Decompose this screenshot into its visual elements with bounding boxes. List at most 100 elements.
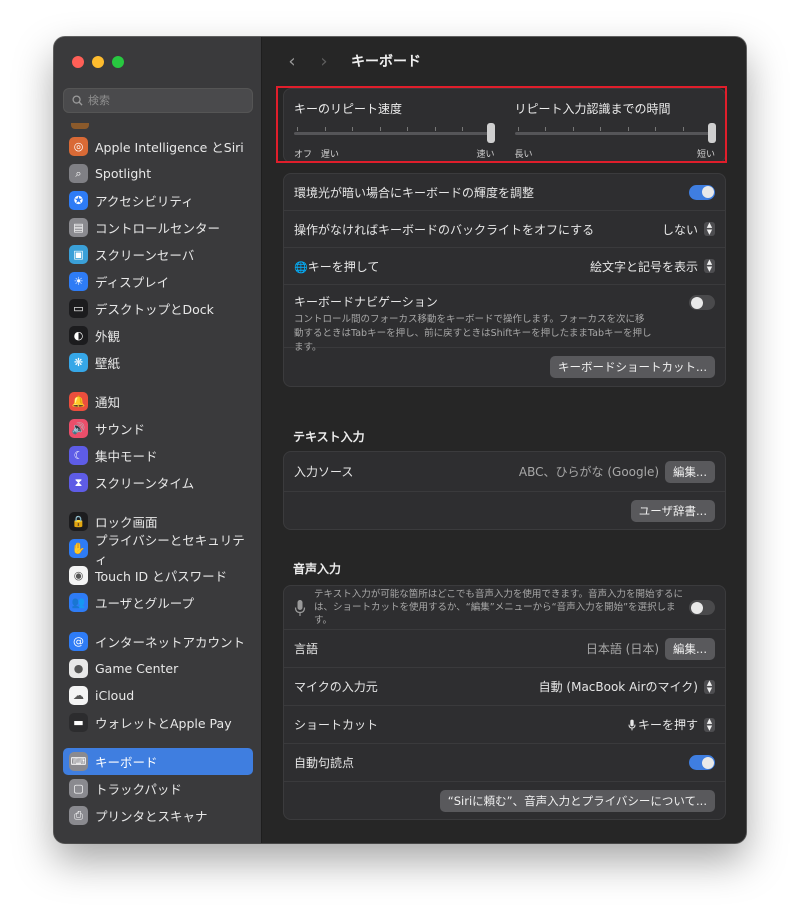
minimize-window-button[interactable] <box>92 56 104 68</box>
dictation-shortcut-popup[interactable]: キーを押す ▲ ▼ <box>628 716 715 733</box>
sidebar-item-internet-accounts[interactable]: @ インターネットアカウント <box>63 628 253 655</box>
sidebar-item-spotlight[interactable]: ⌕ Spotlight <box>63 160 253 187</box>
backlight-popup[interactable]: しない ▲ ▼ <box>662 221 715 238</box>
search-box[interactable] <box>63 88 253 113</box>
sidebar-item-printer[interactable]: ⎙ プリンタとスキャナ <box>63 802 253 829</box>
appearance-icon: ◐ <box>69 326 88 345</box>
sidebar-item-control-center[interactable]: ▤ コントロールセンター <box>63 214 253 241</box>
text-input-section-title: テキスト入力 <box>293 430 365 444</box>
sidebar-item-label: ウォレットとApple Pay <box>95 716 232 731</box>
internet-accounts-icon: @ <box>69 632 88 651</box>
display-icon: ☀ <box>69 272 88 291</box>
sidebar-item-label: iCloud <box>95 688 135 703</box>
sound-icon: 🔊 <box>69 419 88 438</box>
popup-stepper-icon: ▲ ▼ <box>704 717 715 732</box>
lock-screen-icon: 🔒 <box>69 512 88 531</box>
microphone-source-row: マイクの入力元 自動 (MacBook Airのマイク) ▲ ▼ <box>284 668 725 706</box>
popup-stepper-icon: ▲ ▼ <box>704 679 715 694</box>
sidebar-item-trackpad[interactable]: ▢ トラックパッド <box>63 775 253 802</box>
sidebar-item-label: プライバシーとセキュリティ <box>95 532 245 567</box>
sidebar-item-touch-id[interactable]: ◉ Touch ID とパスワード <box>63 562 253 589</box>
sidebar-item-label: スクリーンタイム <box>95 476 195 491</box>
keyboard-shortcuts-button[interactable]: キーボードショートカット... <box>550 356 715 378</box>
sidebar-item-users-groups[interactable]: 👥 ユーザとグループ <box>63 589 253 616</box>
sidebar-item-wallpaper[interactable]: ❋ 壁紙 <box>63 349 253 376</box>
keyboard-settings-group: 環境光が暗い場合にキーボードの輝度を調整 操作がなければキーボードのバックライト… <box>283 173 726 387</box>
sidebar-item-label: 外観 <box>95 329 121 344</box>
input-sources-label: 入力ソース <box>294 465 354 479</box>
sidebar-item-screensaver[interactable]: ▣ スクリーンセーバ <box>63 241 253 268</box>
close-window-button[interactable] <box>72 56 84 68</box>
text-input-group: 入力ソース ABC、ひらがな (Google) 編集... ユーザ辞書... <box>283 451 726 530</box>
sidebar-item-label: スクリーンセーバ <box>95 248 195 263</box>
sidebar-item-wallet[interactable]: ▬ ウォレットとApple Pay <box>63 709 253 736</box>
input-sources-edit-button[interactable]: 編集... <box>665 460 715 483</box>
control-center-icon: ▤ <box>69 218 88 237</box>
touch-id-icon: ◉ <box>69 566 88 585</box>
privacy-hand-icon: ✋ <box>69 539 88 558</box>
backlight-label: 操作がなければキーボードのバックライトをオフにする <box>294 222 595 237</box>
dictation-shortcut-label: ショートカット <box>294 718 379 732</box>
sidebar-item-apple-intelligence[interactable]: ◎ Apple Intelligence とSiri <box>63 133 253 160</box>
sidebar-item-focus[interactable]: ☾ 集中モード <box>63 442 253 469</box>
dictation-group: テキスト入力が可能な箇所はどこでも音声入力を使用できます。音声入力を開始するには… <box>283 585 726 820</box>
apple-intelligence-icon: ◎ <box>69 137 88 156</box>
brightness-toggle[interactable] <box>689 184 715 200</box>
globe-key-popup[interactable]: 絵文字と記号を表示 ▲ ▼ <box>590 258 715 275</box>
sidebar-item-game-center[interactable]: ● Game Center <box>63 655 253 682</box>
dictation-language-edit-button[interactable]: 編集... <box>665 637 715 660</box>
sidebar-item-label: Touch ID とパスワード <box>95 569 228 584</box>
user-dictionary-row: ユーザ辞書... <box>284 492 725 529</box>
sidebar: ◎ Apple Intelligence とSiri ⌕ Spotlight ✪ アクセシ… <box>54 37 262 843</box>
sidebar-item-label: 通知 <box>95 395 121 410</box>
sidebar-item-desktop-dock[interactable]: ▭ デスクトップとDock <box>63 295 253 322</box>
sidebar-item-display[interactable]: ☀ ディスプレイ <box>63 268 253 295</box>
auto-punctuation-toggle[interactable] <box>689 755 715 770</box>
printer-icon: ⎙ <box>69 806 88 825</box>
main-pane: ‹ › キーボード キーのリピート速度 オフ 遅い 速い リピート入力認識までの… <box>263 37 746 843</box>
back-button[interactable]: ‹ <box>283 51 301 72</box>
dictation-shortcut-value: キーを押す <box>637 718 698 732</box>
screen-time-icon: ⧗ <box>69 473 88 492</box>
dictation-description: テキスト入力が可能な箇所はどこでも音声入力を使用できます。音声入力を開始するには… <box>314 589 683 626</box>
highlight-box <box>276 86 727 163</box>
user-dictionary-button[interactable]: ユーザ辞書... <box>630 499 715 522</box>
keyboard-navigation-toggle[interactable] <box>689 295 715 310</box>
sidebar-item-label: Apple Intelligence とSiri <box>95 140 244 155</box>
sidebar-item-sound[interactable]: 🔊 サウンド <box>63 415 253 442</box>
sidebar-item-privacy-hand[interactable]: ✋ プライバシーとセキュリティ <box>63 533 253 567</box>
dictation-language-label: 言語 <box>294 642 319 656</box>
keyboard-navigation-row: キーボードナビゲーション コントロール間のフォーカス移動をキーボードで操作します… <box>284 285 725 353</box>
sidebar-item-accessibility[interactable]: ✪ アクセシビリティ <box>63 187 253 214</box>
popup-stepper-icon: ▲ ▼ <box>704 222 715 236</box>
sidebar-list: ◎ Apple Intelligence とSiri ⌕ Spotlight ✪ アクセシ… <box>63 123 253 829</box>
dictation-language-row: 言語 日本語 (日本) 編集... <box>284 630 725 668</box>
window-controls <box>72 56 124 68</box>
forward-button[interactable]: › <box>315 51 333 72</box>
search-icon <box>72 95 83 106</box>
wallet-icon: ▬ <box>69 713 88 732</box>
dictation-language-value: 日本語 (日本) <box>585 642 660 656</box>
zoom-window-button[interactable] <box>112 56 124 68</box>
microphone-source-popup[interactable]: 自動 (MacBook Airのマイク) ▲ ▼ <box>539 678 715 695</box>
globe-icon: 🌐 <box>294 260 308 274</box>
dictation-toggle[interactable] <box>689 600 715 615</box>
keyboard-navigation-description: コントロール間のフォーカス移動をキーボードで操作します。フォーカスを次に移動する… <box>294 314 652 353</box>
sidebar-item-screen-time[interactable]: ⧗ スクリーンタイム <box>63 469 253 496</box>
sidebar-item-label: コントロールセンター <box>95 221 221 236</box>
sidebar-item-icloud[interactable]: ☁ iCloud <box>63 682 253 709</box>
sidebar-item-label: インターネットアカウント <box>95 635 246 650</box>
keyboard-navigation-label: キーボードナビゲーション <box>294 295 438 309</box>
microphone-source-value: 自動 (MacBook Airのマイク) <box>538 680 698 694</box>
sidebar-item-keyboard[interactable]: ⌨ キーボード <box>63 748 253 775</box>
spotlight-icon: ⌕ <box>69 164 88 183</box>
sidebar-item-label: 集中モード <box>95 449 158 464</box>
sidebar-item-label: ユーザとグループ <box>95 596 195 611</box>
sidebar-item-notifications[interactable]: 🔔 通知 <box>63 388 253 415</box>
sidebar-separator <box>63 376 253 388</box>
siri-dictation-privacy-button[interactable]: “Siriに頼む”、音声入力とプライバシーについて... <box>439 789 715 812</box>
sidebar-item-label: Spotlight <box>95 166 152 181</box>
sidebar-item-appearance[interactable]: ◐ 外観 <box>63 322 253 349</box>
siri-privacy-row: “Siriに頼む”、音声入力とプライバシーについて... <box>284 782 725 819</box>
search-input[interactable] <box>88 94 238 107</box>
